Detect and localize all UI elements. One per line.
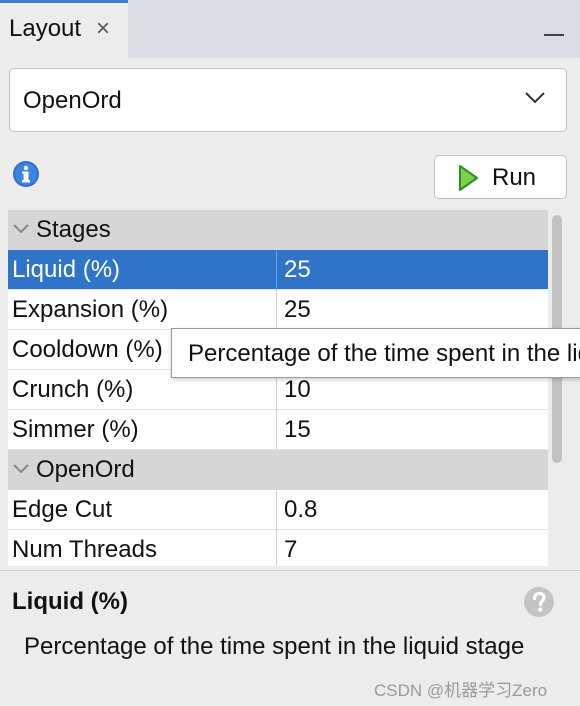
minimize-icon[interactable] — [544, 34, 564, 36]
column-divider — [276, 290, 277, 330]
help-icon[interactable] — [523, 586, 555, 618]
chevron-down-icon — [525, 92, 545, 104]
column-divider — [276, 490, 277, 530]
property-value[interactable]: 10 — [284, 376, 311, 404]
property-value[interactable]: 0.8 — [284, 496, 317, 524]
watermark: CSDN @机器学习Zero — [374, 681, 548, 700]
tooltip: Percentage of the time spent in the liqu… — [171, 328, 580, 378]
run-button[interactable]: Run — [434, 155, 567, 199]
property-name: Expansion (%) — [12, 296, 169, 323]
close-icon[interactable]: × — [96, 15, 110, 43]
column-divider — [276, 410, 277, 450]
tab-title: Layout — [9, 15, 82, 42]
run-label: Run — [492, 164, 537, 191]
property-name: Cooldown (%) — [12, 336, 163, 363]
group-openord[interactable]: OpenOrd — [8, 450, 548, 490]
info-icon[interactable] — [12, 160, 40, 188]
property-name: Edge Cut — [12, 496, 113, 523]
property-value[interactable]: 15 — [284, 416, 311, 444]
description-title: Liquid (%) — [12, 588, 128, 615]
group-stages[interactable]: Stages — [8, 210, 548, 250]
tab-layout[interactable]: Layout × — [0, 0, 128, 58]
layout-algorithm-select[interactable]: OpenOrd — [9, 68, 567, 132]
column-divider — [276, 250, 277, 290]
play-icon — [459, 165, 478, 191]
tab-bar: Layout × — [0, 0, 580, 58]
column-divider — [276, 530, 277, 566]
property-row-simmer[interactable]: Simmer (%) 15 — [8, 410, 548, 450]
property-sheet: Stages Liquid (%) 25 Expansion (%) 25 Co… — [8, 210, 548, 566]
property-row-num-threads[interactable]: Num Threads 7 — [8, 530, 548, 566]
property-value[interactable]: 7 — [284, 536, 297, 564]
property-value[interactable]: 25 — [284, 296, 311, 324]
property-row-expansion[interactable]: Expansion (%) 25 — [8, 290, 548, 330]
property-name: Liquid (%) — [12, 256, 121, 283]
chevron-down-icon — [13, 464, 29, 474]
property-name: Simmer (%) — [12, 416, 139, 443]
layout-algorithm-value: OpenOrd — [23, 87, 122, 114]
description-divider[interactable] — [0, 570, 580, 571]
description-text: Percentage of the time spent in the liqu… — [24, 633, 525, 660]
property-name: Num Threads — [12, 536, 157, 563]
property-name: Crunch (%) — [12, 376, 134, 403]
tooltip-text: Percentage of the time spent in the liqu… — [188, 340, 580, 367]
group-label: OpenOrd — [36, 456, 135, 483]
property-value[interactable]: 25 — [284, 256, 311, 284]
chevron-down-icon — [13, 224, 29, 234]
property-row-edge-cut[interactable]: Edge Cut 0.8 — [8, 490, 548, 530]
property-row-liquid[interactable]: Liquid (%) 25 — [8, 250, 548, 290]
group-label: Stages — [36, 216, 111, 243]
